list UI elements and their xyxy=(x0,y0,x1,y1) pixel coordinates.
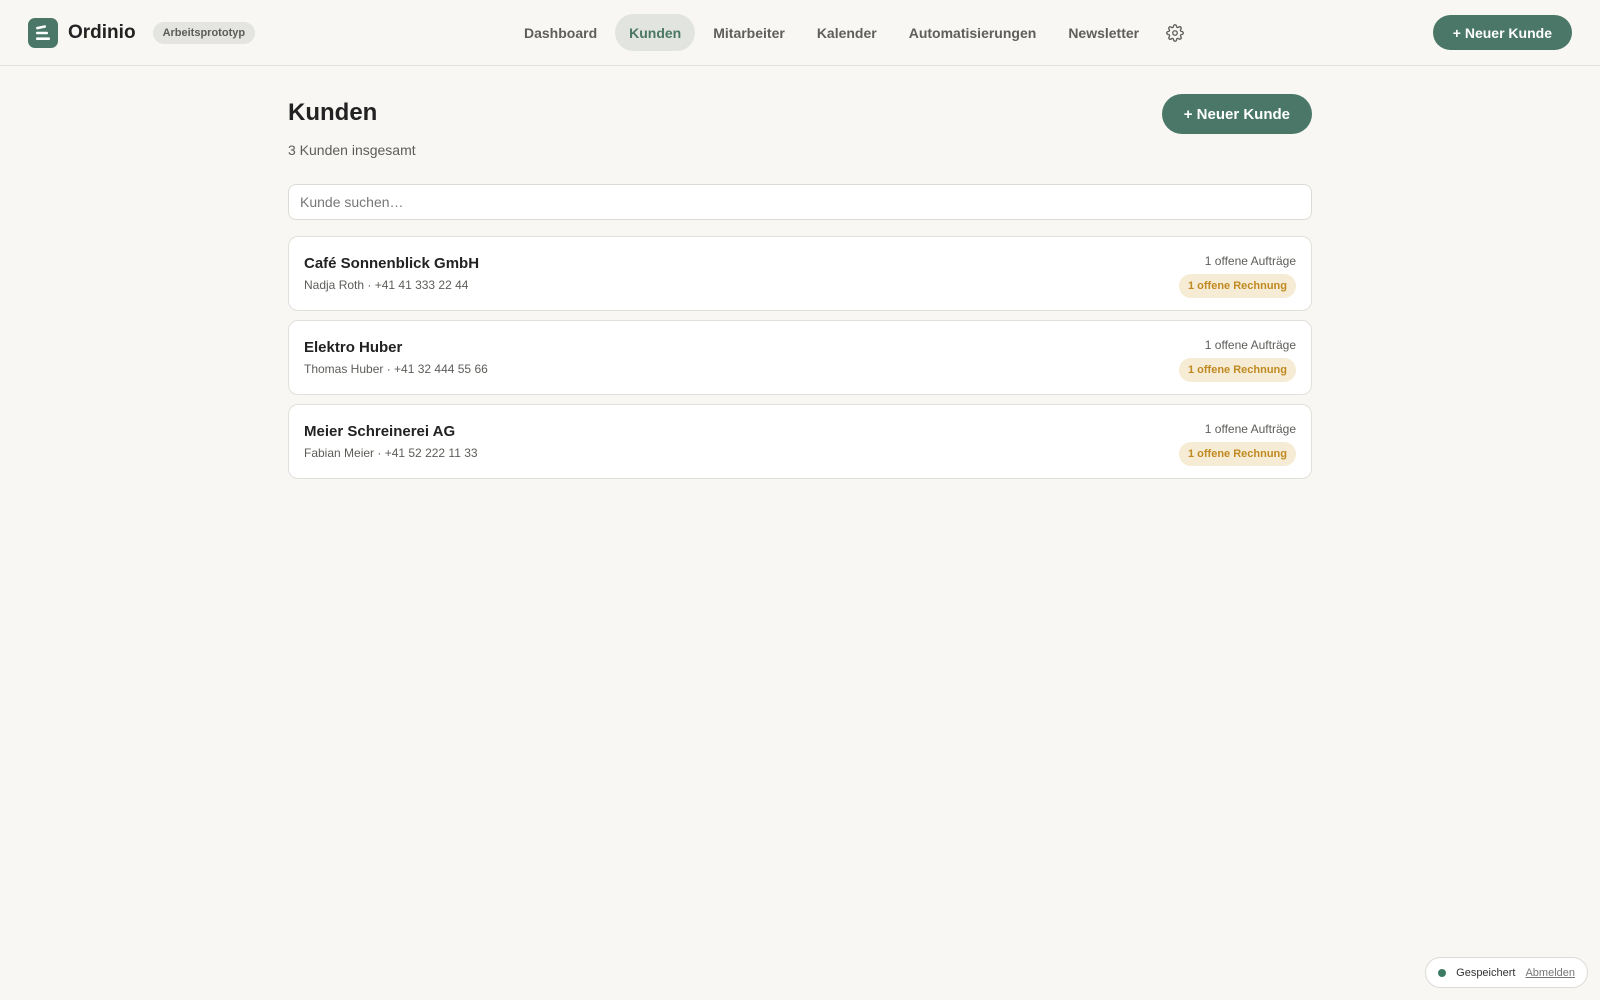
logo-icon xyxy=(28,18,58,48)
nav-automatisierungen[interactable]: Automatisierungen xyxy=(895,14,1051,51)
nav-mitarbeiter[interactable]: Mitarbeiter xyxy=(699,14,799,51)
customer-contact: Nadja Roth · +41 41 333 22 44 xyxy=(304,278,469,292)
save-status-pill: Gespeichert Abmelden xyxy=(1425,957,1588,988)
nav-kunden[interactable]: Kunden xyxy=(615,14,696,51)
customer-name: Café Sonnenblick GmbH xyxy=(304,255,480,272)
main-nav: Dashboard Kunden Mitarbeiter Kalender Au… xyxy=(510,14,1185,51)
prototype-badge: Arbeitsprototyp xyxy=(152,22,256,44)
logout-link[interactable]: Abmelden xyxy=(1525,967,1575,979)
open-orders: 1 offene Aufträge xyxy=(1204,338,1296,352)
customer-card[interactable]: Café Sonnenblick GmbH Nadja Roth · +41 4… xyxy=(288,236,1312,311)
customer-contact: Thomas Huber · +41 32 444 55 66 xyxy=(304,362,488,376)
open-invoice-badge: 1 offene Rechnung xyxy=(1178,442,1296,466)
page-title: Kunden xyxy=(288,99,378,126)
customer-card[interactable]: Elektro Huber Thomas Huber · +41 32 444 … xyxy=(288,320,1312,395)
search-input[interactable] xyxy=(288,184,1312,220)
header-new-customer-button[interactable]: + Neuer Kunde xyxy=(1432,15,1572,50)
open-invoice-badge: 1 offene Rechnung xyxy=(1178,274,1296,298)
open-invoice-badge: 1 offene Rechnung xyxy=(1178,358,1296,382)
nav-kalender[interactable]: Kalender xyxy=(803,14,891,51)
main-content: Kunden 3 Kunden insgesamt + Neuer Kunde … xyxy=(288,94,1312,488)
brand[interactable]: Ordinio Arbeitsprototyp xyxy=(28,18,256,48)
save-status-text: Gespeichert xyxy=(1456,966,1516,979)
open-orders: 1 offene Aufträge xyxy=(1204,254,1296,268)
customer-card[interactable]: Meier Schreinerei AG Fabian Meier · +41 … xyxy=(288,404,1312,479)
app-name: Ordinio xyxy=(68,22,136,43)
customer-name: Elektro Huber xyxy=(304,339,403,356)
customer-name: Meier Schreinerei AG xyxy=(304,423,456,440)
status-dot-icon xyxy=(1438,968,1447,977)
nav-newsletter[interactable]: Newsletter xyxy=(1054,14,1153,51)
customer-list: Café Sonnenblick GmbH Nadja Roth · +41 4… xyxy=(288,236,1312,479)
gear-icon[interactable] xyxy=(1165,23,1185,43)
customer-count: 3 Kunden insgesamt xyxy=(288,142,416,158)
new-customer-button[interactable]: + Neuer Kunde xyxy=(1161,94,1312,134)
top-bar: Ordinio Arbeitsprototyp Dashboard Kunden… xyxy=(0,0,1600,66)
open-orders: 1 offene Aufträge xyxy=(1204,422,1296,436)
nav-dashboard[interactable]: Dashboard xyxy=(510,14,611,51)
customer-contact: Fabian Meier · +41 52 222 11 33 xyxy=(304,446,478,460)
